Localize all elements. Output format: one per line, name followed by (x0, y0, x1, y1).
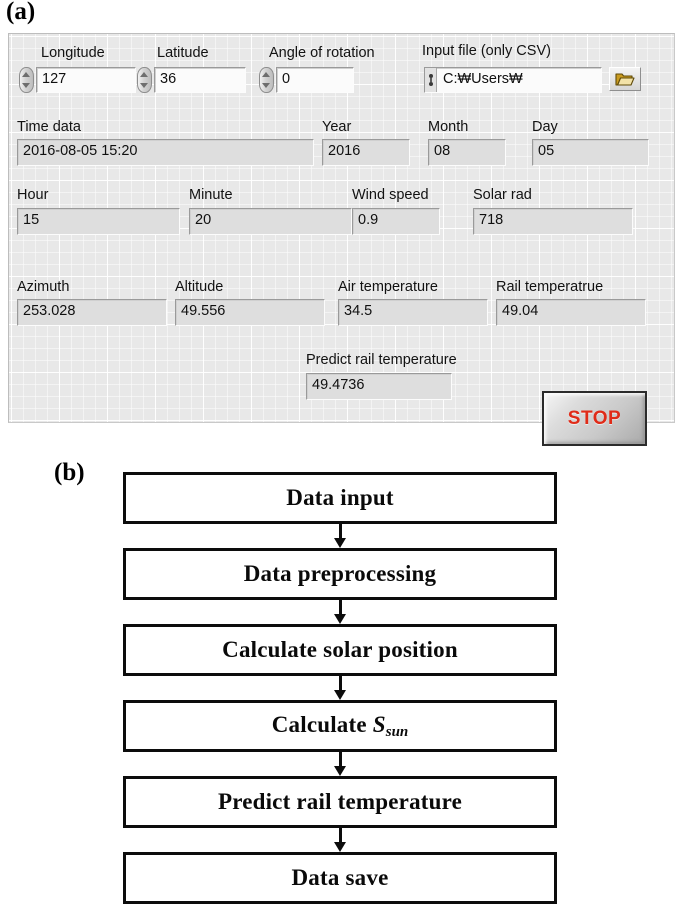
chevron-down-icon[interactable] (22, 83, 30, 88)
angle-of-rotation-input[interactable]: 0 (276, 67, 354, 93)
flow-arrow-icon (334, 752, 346, 776)
chevron-up-icon[interactable] (22, 72, 30, 77)
wind-speed-indicator: 0.9 (352, 208, 440, 235)
flow-step-data-save: Data save (123, 852, 557, 904)
azimuth-label: Azimuth (17, 279, 70, 295)
rail-temperature-indicator: 49.04 (496, 299, 646, 326)
flow-step-label: Calculate solar position (222, 637, 458, 662)
flow-step-subscript: sun (385, 723, 409, 740)
panel-b-label: (b) (54, 459, 85, 486)
input-file-label: Input file (only CSV) (422, 43, 551, 59)
minute-label: Minute (189, 187, 233, 203)
air-temperature-label: Air temperature (338, 279, 438, 295)
minute-indicator: 20 (189, 208, 352, 235)
day-indicator: 05 (532, 139, 649, 166)
predict-rail-temperature-label: Predict rail temperature (306, 352, 457, 368)
longitude-label: Longitude (41, 45, 105, 61)
latitude-input[interactable]: 36 (154, 67, 246, 93)
panel-a-label: (a) (6, 0, 36, 25)
path-control-icon (425, 68, 437, 92)
solar-rad-indicator: 718 (473, 208, 633, 235)
flow-step-calculate-s-sun: Calculate Ssun (123, 700, 557, 752)
rail-temperature-label: Rail temperatrue (496, 279, 604, 295)
flow-step-label: Predict rail temperature (217, 789, 463, 814)
angle-of-rotation-stepper[interactable] (259, 67, 274, 93)
flow-step-label: Calculate Ssun (272, 712, 409, 741)
hour-indicator: 15 (17, 208, 180, 235)
latitude-stepper[interactable] (137, 67, 152, 93)
chevron-down-icon[interactable] (262, 83, 270, 88)
browse-file-button[interactable] (609, 67, 641, 91)
flow-step-label: Data save (291, 865, 389, 890)
flow-step-calculate-solar-position: Calculate solar position (123, 624, 557, 676)
angle-of-rotation-label: Angle of rotation (269, 45, 375, 61)
flow-step-prefix: Calculate (271, 711, 373, 737)
altitude-label: Altitude (175, 279, 224, 295)
stop-button-label: STOP (567, 407, 622, 429)
month-label: Month (428, 119, 469, 135)
month-indicator: 08 (428, 139, 506, 166)
longitude-stepper[interactable] (19, 67, 34, 93)
stepper-capsule (19, 67, 34, 93)
altitude-indicator: 49.556 (175, 299, 325, 326)
folder-open-icon (615, 72, 635, 86)
time-data-indicator: 2016-08-05 15:20 (17, 139, 314, 166)
wind-speed-label: Wind speed (352, 187, 429, 203)
input-file-path-input[interactable]: C:₩Users₩ (424, 67, 602, 93)
flow-arrow-icon (334, 828, 346, 852)
predict-rail-temperature-indicator: 49.4736 (306, 373, 452, 400)
flow-step-data-input: Data input (123, 472, 557, 524)
stepper-capsule (137, 67, 152, 93)
air-temperature-indicator: 34.5 (338, 299, 488, 326)
chevron-up-icon[interactable] (262, 72, 270, 77)
flow-arrow-icon (334, 676, 346, 700)
chevron-down-icon[interactable] (140, 83, 148, 88)
flow-step-label: Data input (286, 485, 394, 510)
year-label: Year (322, 119, 352, 135)
stepper-capsule (259, 67, 274, 93)
time-data-label: Time data (17, 119, 81, 135)
chevron-up-icon[interactable] (140, 72, 148, 77)
azimuth-indicator: 253.028 (17, 299, 167, 326)
labview-front-panel: Longitude 127 Latitude 36 Angle of rotat… (8, 33, 675, 446)
latitude-label: Latitude (157, 45, 209, 61)
solar-rad-label: Solar rad (473, 187, 532, 203)
flow-step-symbol: S (372, 711, 386, 737)
flow-arrow-icon (334, 600, 346, 624)
year-indicator: 2016 (322, 139, 410, 166)
stop-button[interactable]: STOP (542, 391, 647, 446)
flow-step-data-preprocessing: Data preprocessing (123, 548, 557, 600)
hour-label: Hour (17, 187, 49, 203)
flow-step-predict-rail-temperature: Predict rail temperature (123, 776, 557, 828)
flow-arrow-icon (334, 524, 346, 548)
longitude-input[interactable]: 127 (36, 67, 136, 93)
flow-step-label: Data preprocessing (243, 561, 437, 586)
day-label: Day (532, 119, 558, 135)
process-flowchart: Data input Data preprocessing Calculate … (123, 472, 557, 904)
